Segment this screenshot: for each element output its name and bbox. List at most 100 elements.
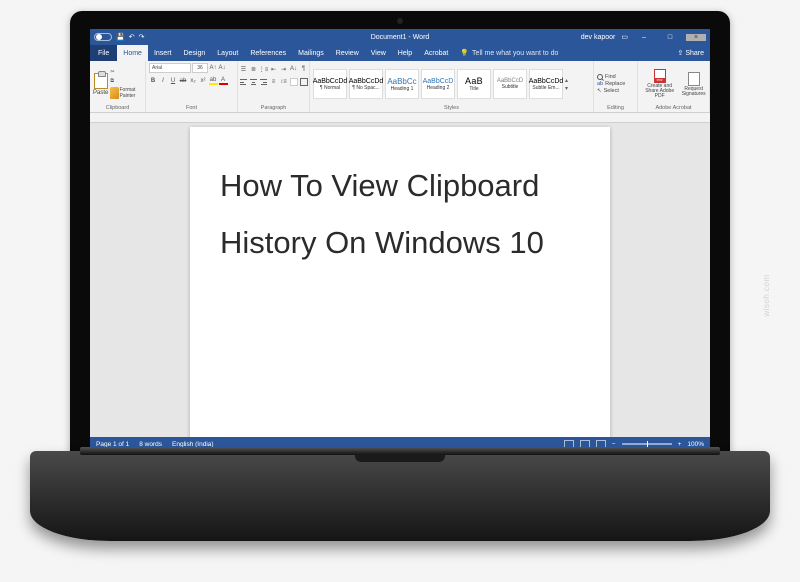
tab-view[interactable]: View: [365, 45, 392, 61]
select-button[interactable]: ↖Select: [597, 88, 625, 94]
align-center-button[interactable]: [250, 78, 258, 86]
group-label-editing: Editing: [597, 105, 634, 112]
screen: 💾 ↶ ↷ Document1 - Word dev kapoor ▭ – □ …: [90, 29, 710, 451]
find-icon: [597, 74, 603, 80]
ribbon-group-paragraph: ☰ ≣ ⋮≡ ⇤ ⇥ A↓ ¶ ≡: [238, 61, 310, 112]
user-name[interactable]: dev kapoor: [581, 34, 616, 41]
style-normal[interactable]: AaBbCcDd¶ Normal: [313, 69, 347, 99]
ribbon: Paste ✂ ⧉ Format Painter Clipboard: [90, 61, 710, 113]
sort-button[interactable]: A↓: [290, 65, 298, 73]
highlight-button[interactable]: ab: [209, 77, 217, 85]
tell-me-search[interactable]: 💡Tell me what you want to do: [454, 45, 671, 61]
shrink-font-button[interactable]: A↓: [218, 64, 226, 72]
font-color-button[interactable]: A: [219, 77, 227, 85]
line-spacing-button[interactable]: ↕≡: [280, 78, 288, 86]
justify-button[interactable]: ≡: [270, 78, 278, 86]
share-button[interactable]: ⇪Share: [671, 45, 710, 61]
format-painter-button[interactable]: Format Painter: [110, 87, 142, 99]
tab-review[interactable]: Review: [330, 45, 365, 61]
ribbon-group-clipboard: Paste ✂ ⧉ Format Painter Clipboard: [90, 61, 146, 112]
ribbon-group-styles: AaBbCcDd¶ Normal AaBbCcDd¶ No Spac... Aa…: [310, 61, 594, 112]
pdf-icon: [654, 69, 666, 83]
superscript-button[interactable]: x²: [199, 77, 207, 85]
increase-indent-button[interactable]: ⇥: [280, 65, 288, 73]
show-marks-button[interactable]: ¶: [300, 65, 308, 73]
group-label-clipboard: Clipboard: [93, 105, 142, 112]
watermark: wisoh.com: [762, 274, 771, 316]
brush-icon: [110, 87, 118, 99]
tab-help[interactable]: Help: [392, 45, 418, 61]
bullets-button[interactable]: ☰: [240, 65, 248, 73]
tab-mailings[interactable]: Mailings: [292, 45, 330, 61]
italic-button[interactable]: I: [159, 77, 167, 85]
create-pdf-label: Create and Share Adobe PDF: [641, 84, 678, 99]
document-area: How To View Clipboard History On Windows…: [90, 113, 710, 437]
strike-button[interactable]: ab: [179, 77, 187, 85]
share-icon: ⇪: [677, 49, 683, 57]
maximize-button[interactable]: □: [660, 34, 680, 41]
share-label: Share: [685, 50, 704, 57]
subscript-button[interactable]: x₂: [189, 77, 197, 85]
align-left-button[interactable]: [240, 78, 248, 86]
tab-home[interactable]: Home: [117, 45, 148, 61]
style-subtitle[interactable]: AaBbCcDSubtitle: [493, 69, 527, 99]
styles-more-button[interactable]: ▴▾: [565, 77, 575, 92]
group-label-paragraph: Paragraph: [241, 105, 306, 112]
copy-button[interactable]: ⧉: [110, 78, 114, 84]
borders-button[interactable]: [300, 78, 308, 86]
clipboard-icon: [94, 73, 108, 89]
tab-insert[interactable]: Insert: [148, 45, 178, 61]
zoom-slider[interactable]: [622, 443, 672, 445]
signature-icon: [688, 72, 700, 86]
align-right-button[interactable]: [260, 78, 268, 86]
request-signatures-button[interactable]: Request Signatures: [681, 72, 706, 97]
ribbon-options-icon[interactable]: ▭: [621, 33, 628, 41]
style-title[interactable]: AaBTitle: [457, 69, 491, 99]
tab-references[interactable]: References: [244, 45, 292, 61]
underline-button[interactable]: U: [169, 77, 177, 85]
numbering-button[interactable]: ≣: [250, 65, 258, 73]
find-button[interactable]: Find: [597, 74, 625, 80]
document-text[interactable]: How To View Clipboard History On Windows…: [220, 157, 580, 272]
undo-icon[interactable]: ↶: [129, 33, 135, 41]
grow-font-button[interactable]: A↑: [209, 64, 217, 72]
style-subtle-em[interactable]: AaBbCcDdSubtle Em...: [529, 69, 563, 99]
ribbon-group-adobe: Create and Share Adobe PDF Request Signa…: [638, 61, 710, 112]
tell-me-label: Tell me what you want to do: [472, 50, 558, 57]
paste-label: Paste: [93, 90, 108, 96]
laptop-frame: 💾 ↶ ↷ Document1 - Word dev kapoor ▭ – □ …: [30, 11, 770, 571]
decrease-indent-button[interactable]: ⇤: [270, 65, 278, 73]
minimize-button[interactable]: –: [634, 34, 654, 41]
close-button[interactable]: ×: [686, 34, 706, 41]
style-no-spacing[interactable]: AaBbCcDd¶ No Spac...: [349, 69, 383, 99]
format-painter-label: Format Painter: [120, 87, 143, 99]
screen-bezel: 💾 ↶ ↷ Document1 - Word dev kapoor ▭ – □ …: [70, 11, 730, 471]
cut-button[interactable]: ✂: [110, 69, 114, 75]
autosave-toggle[interactable]: [94, 33, 112, 41]
bold-button[interactable]: B: [149, 77, 157, 85]
tab-acrobat[interactable]: Acrobat: [418, 45, 454, 61]
style-heading2[interactable]: AaBbCcDHeading 2: [421, 69, 455, 99]
create-pdf-button[interactable]: Create and Share Adobe PDF: [641, 69, 678, 99]
tab-design[interactable]: Design: [177, 45, 211, 61]
group-label-adobe: Adobe Acrobat: [641, 105, 706, 112]
trackpad-notch: [355, 454, 445, 462]
replace-icon: ab: [597, 81, 603, 87]
font-size-select[interactable]: 36: [192, 63, 208, 73]
save-icon[interactable]: 💾: [116, 33, 125, 41]
webcam: [397, 18, 403, 24]
request-signatures-label: Request Signatures: [681, 87, 706, 97]
style-heading1[interactable]: AaBbCcHeading 1: [385, 69, 419, 99]
font-name-select[interactable]: Arial: [149, 63, 191, 73]
group-label-styles: Styles: [313, 105, 590, 112]
paste-button[interactable]: Paste: [93, 73, 108, 96]
ruler[interactable]: [90, 113, 710, 123]
replace-button[interactable]: abReplace: [597, 81, 625, 87]
tab-layout[interactable]: Layout: [211, 45, 244, 61]
page[interactable]: How To View Clipboard History On Windows…: [190, 127, 610, 437]
redo-icon[interactable]: ↷: [139, 33, 145, 41]
multilevel-button[interactable]: ⋮≡: [260, 65, 268, 73]
laptop-base: [30, 451, 770, 541]
shading-button[interactable]: [290, 78, 298, 86]
tab-file[interactable]: File: [90, 45, 117, 61]
